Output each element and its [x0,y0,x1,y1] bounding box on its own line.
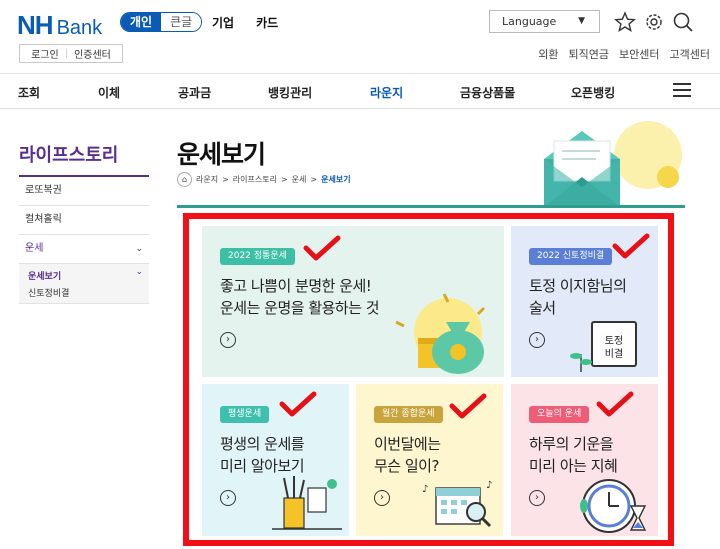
tab-personal[interactable]: 개인 [121,13,162,31]
card-text-line2: 무슨 일이? [374,457,439,475]
card-text-line2: 운세는 운명을 활용하는 것 [220,299,380,317]
nav-financial-products[interactable]: 금융상품몰 [460,84,515,101]
sidebar-item-lotto[interactable]: 로또복권 [19,177,149,206]
chevron-down-icon: ⌄ [135,267,143,277]
sidebar-item-label: 로또복권 [25,185,62,196]
card-text-line1: 평생의 운세를 [220,435,305,453]
breadcrumb-item[interactable]: 라운지 [196,174,218,185]
fortune-card-lifetime[interactable]: 평생운세 평생의 운세를 미리 알아보기 › [202,384,349,536]
tab-large-text[interactable]: 큰글 [161,13,202,31]
fortune-card-today[interactable]: 오늘의 운세 하루의 기운을 미리 아는 지혜 › [511,384,658,536]
caret-down-icon: ▼ [578,16,585,26]
nav-transfer[interactable]: 이체 [98,84,120,101]
main-navigation: 조회 이체 공과금 뱅킹관리 라운지 금융상품몰 오픈뱅킹 [0,73,720,109]
certificate-center-link[interactable]: 인증센터 [74,46,111,61]
arrow-right-icon[interactable]: › [220,490,236,506]
sidebar-item-label: 운세 [25,243,44,254]
breadcrumb: ⌂ 라운지 > 라이프스토리 > 운세 > 운세보기 [177,172,351,187]
card-badge: 2022 정통운세 [220,248,295,265]
card-badge: 오늘의 운세 [529,406,590,423]
book-text-1: 토정 [604,336,624,347]
envelope-illustration [544,121,682,207]
view-mode-toggle[interactable]: 개인 큰글 [120,12,203,32]
logo-nh-text: NH [17,10,54,40]
util-link-fx[interactable]: 외환 [538,46,558,62]
divider: | [64,48,69,59]
sidebar-submenu: 운세보기 ⌄ 신토정비결 [19,264,149,304]
utility-links: 외환 퇴직연금 보안센터 고객센터 [538,46,710,62]
card-text: 이번달에는 무슨 일이? [374,433,441,477]
arrow-right-icon[interactable]: › [220,332,236,348]
card-text-line1: 토정 이지함님의 [529,277,627,295]
card-badge: 2022 신토정비결 [529,248,613,265]
checkmark-icon [303,235,341,261]
checkmark-icon [596,391,634,417]
chevron-down-icon: ⌄ [135,244,143,254]
util-link-security[interactable]: 보안센터 [619,46,659,62]
leaf-icon [580,499,588,513]
util-link-customer[interactable]: 고객센터 [670,46,710,62]
card-text: 평생의 운세를 미리 알아보기 [220,433,305,477]
book-text-2: 비결 [604,349,624,360]
gear-icon[interactable] [643,11,665,33]
money-bag-icon [395,293,486,374]
svg-text:♪: ♪ [486,480,492,491]
nav-open-banking[interactable]: 오픈뱅킹 [571,84,615,101]
card-text-line1: 하루의 기운을 [529,435,614,453]
breadcrumb-item[interactable]: 운세 [292,174,307,185]
login-link[interactable]: 로그인 [31,46,59,61]
checkmark-icon [279,391,317,417]
card-text: 하루의 기운을 미리 아는 지혜 [529,433,618,477]
svg-text:♪: ♪ [422,484,428,495]
top-links: 기업 카드 [212,14,278,31]
calendar-magnifier-icon: ♪ ♪ [422,480,492,528]
nav-lounge[interactable]: 라운지 [370,84,403,101]
arrow-right-icon[interactable]: › [374,490,390,506]
submenu-item-tojeong[interactable]: 신토정비결 [28,286,69,299]
sidebar-item-label: 컬쳐홀릭 [25,214,62,225]
sidebar-title: 라이프스토리 [19,145,119,166]
card-text-line1: 이번달에는 [374,435,441,453]
fortune-card-tojeong[interactable]: 2022 신토정비결 토정 이지함님의 술서 › 토정 비결 [511,226,658,377]
star-icon[interactable] [614,11,636,33]
pencil-cup-icon [272,476,342,530]
hamburger-menu-icon[interactable] [673,83,691,99]
nav-utility-bills[interactable]: 공과금 [178,84,211,101]
page-title: 운세보기 [177,140,266,169]
fortune-card-traditional[interactable]: 2022 정통운세 좋고 나쁨이 분명한 운세! 운세는 운명을 활용하는 것 … [202,226,504,377]
card-text-line2: 미리 아는 지혜 [529,457,618,475]
checkmark-icon [612,233,650,259]
link-card[interactable]: 카드 [256,14,278,31]
link-corporate[interactable]: 기업 [212,14,234,31]
home-icon[interactable]: ⌂ [177,172,192,187]
checkmark-icon [449,393,487,419]
breadcrumb-current: 운세보기 [321,175,351,184]
logo-bank-text: Bank [56,17,103,39]
search-icon[interactable] [672,11,694,33]
language-select[interactable]: Language ▼ [489,10,600,33]
sidebar-item-fortune[interactable]: 운세 ⌄ [19,235,149,264]
arrow-right-icon[interactable]: › [529,490,545,506]
language-label: Language [502,15,557,28]
card-badge: 평생운세 [220,406,270,423]
fortune-card-monthly[interactable]: 월간 종합운세 이번달에는 무슨 일이? › ♪ ♪ [356,384,503,536]
card-text: 토정 이지함님의 술서 [529,275,627,319]
sidebar-item-culture[interactable]: 컬쳐홀릭 [19,206,149,235]
card-text-line1: 좋고 나쁨이 분명한 운세! [220,277,372,295]
card-text-line2: 술서 [529,299,556,317]
nh-bank-logo[interactable]: NH Bank [17,10,102,41]
card-text: 좋고 나쁨이 분명한 운세! 운세는 운명을 활용하는 것 [220,275,380,319]
nav-inquiry[interactable]: 조회 [18,84,40,101]
util-link-pension[interactable]: 퇴직연금 [569,46,609,62]
content-divider [177,205,685,208]
submenu-item-fortune-view[interactable]: 운세보기 [28,269,61,282]
login-box: 로그인 | 인증센터 [19,44,123,63]
nav-banking-management[interactable]: 뱅킹관리 [268,84,312,101]
arrow-right-icon[interactable]: › [529,332,545,348]
leaf-icon [570,353,592,372]
card-badge: 월간 종합운세 [374,406,443,423]
book-icon: 토정 비결 [591,321,637,367]
breadcrumb-item[interactable]: 라이프스토리 [233,174,277,185]
